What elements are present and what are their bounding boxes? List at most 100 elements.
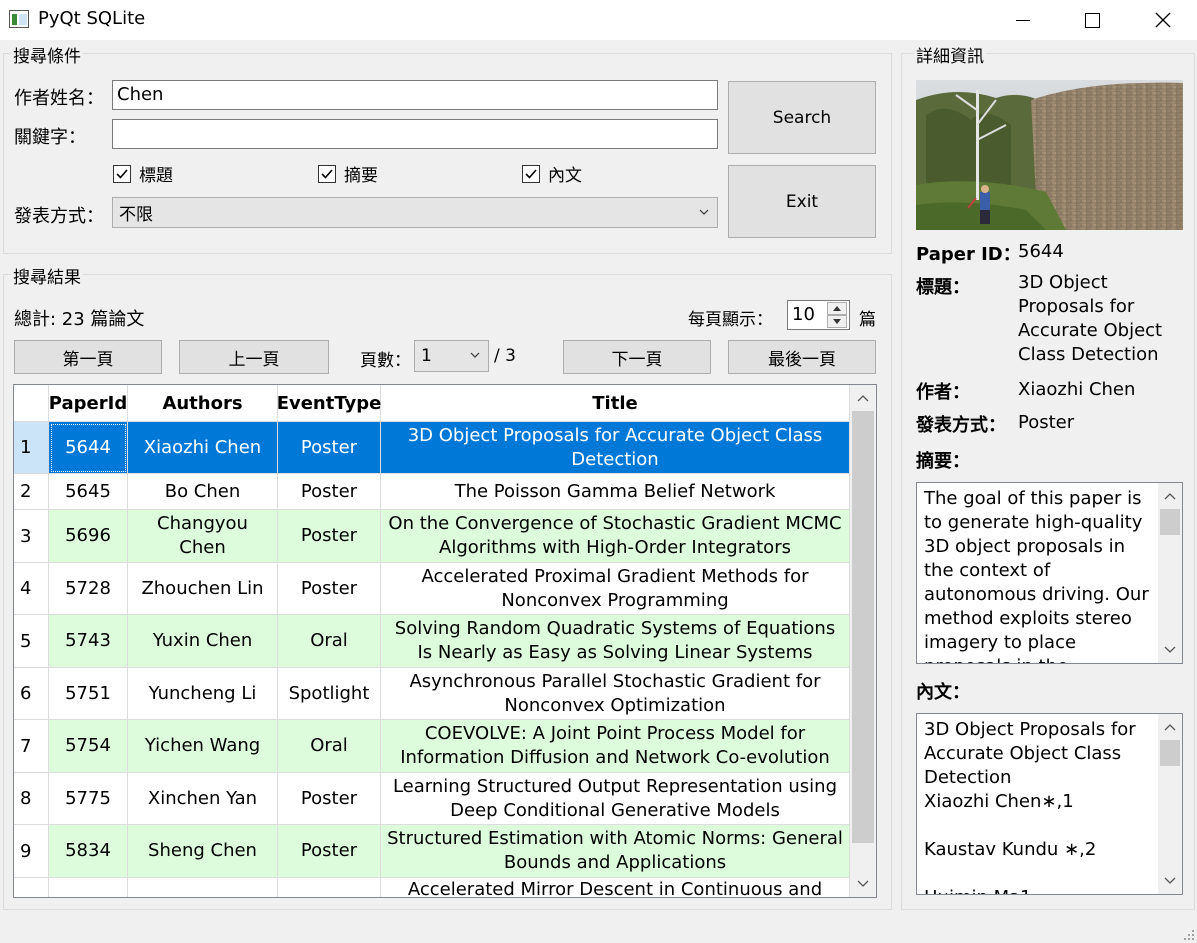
- cell-authors[interactable]: Zhouchen Lin: [128, 563, 278, 615]
- cell-title[interactable]: The Poisson Gamma Belief Network: [381, 474, 850, 510]
- page-select[interactable]: 1: [414, 340, 489, 372]
- per-page-spinbox[interactable]: 10: [787, 300, 850, 330]
- row-number[interactable]: 3: [14, 510, 49, 563]
- cell-title[interactable]: Solving Random Quadratic Systems of Equa…: [381, 615, 850, 668]
- spin-down-button[interactable]: [827, 315, 847, 328]
- cell-title[interactable]: Asynchronous Parallel Stochastic Gradien…: [381, 668, 850, 720]
- cell-authors[interactable]: Bo Chen: [128, 474, 278, 510]
- column-header-authors[interactable]: Authors: [128, 385, 278, 422]
- scroll-thumb[interactable]: [1160, 509, 1180, 535]
- cell-authors[interactable]: Sheng Chen: [128, 825, 278, 878]
- abstract-scrollbar[interactable]: [1158, 483, 1182, 663]
- first-page-button[interactable]: 第一頁: [14, 340, 162, 374]
- close-button[interactable]: [1140, 0, 1186, 40]
- cell-eventtype[interactable]: Poster: [278, 510, 381, 563]
- minimize-button[interactable]: [1000, 0, 1046, 40]
- row-number[interactable]: 7: [14, 720, 49, 773]
- prev-page-button[interactable]: 上一頁: [179, 340, 329, 374]
- table-row[interactable]: 1 5644 Xiaozhi Chen Poster 3D Object Pro…: [14, 422, 850, 474]
- cell-title[interactable]: Accelerated Mirror Descent in Continuous…: [381, 878, 850, 897]
- row-number[interactable]: 9: [14, 825, 49, 878]
- cell-paperid[interactable]: 5834: [49, 825, 128, 878]
- last-page-button[interactable]: 最後一頁: [728, 340, 876, 374]
- cell-eventtype[interactable]: Spotlight: [278, 668, 381, 720]
- method-select[interactable]: 不限: [112, 197, 718, 228]
- cell-paperid[interactable]: 5751: [49, 668, 128, 720]
- cell-title[interactable]: Learning Structured Output Representatio…: [381, 773, 850, 825]
- resize-grip-icon[interactable]: [1183, 929, 1195, 941]
- cell-authors[interactable]: Yuncheng Li: [128, 668, 278, 720]
- content-checkbox[interactable]: 內文: [522, 161, 582, 186]
- spin-up-button[interactable]: [827, 302, 847, 315]
- cell-title[interactable]: On the Convergence of Stochastic Gradien…: [381, 510, 850, 563]
- cell-authors[interactable]: [128, 878, 278, 897]
- column-header-eventtype[interactable]: EventType: [277, 385, 381, 422]
- scroll-up-button[interactable]: [850, 385, 876, 411]
- cell-paperid[interactable]: 5728: [49, 563, 128, 615]
- scroll-up-button[interactable]: [1158, 483, 1182, 509]
- table-row[interactable]: 6 5751 Yuncheng Li Spotlight Asynchronou…: [14, 668, 850, 720]
- scroll-down-button[interactable]: [1158, 868, 1182, 894]
- scroll-thumb[interactable]: [852, 411, 874, 843]
- cell-paperid[interactable]: 5754: [49, 720, 128, 773]
- exit-button[interactable]: Exit: [728, 165, 876, 238]
- column-header-paperid[interactable]: PaperId: [49, 385, 128, 422]
- row-number[interactable]: 5: [14, 615, 49, 668]
- scroll-thumb[interactable]: [1160, 740, 1180, 766]
- cell-paperid[interactable]: 5696: [49, 510, 128, 563]
- maximize-button[interactable]: [1069, 0, 1115, 40]
- cell-paperid[interactable]: [49, 878, 128, 897]
- table-row[interactable]: 7 5754 Yichen Wang Oral COEVOLVE: A Join…: [14, 720, 850, 773]
- content-scrollbar[interactable]: [1158, 714, 1182, 894]
- cell-authors[interactable]: Xiaozhi Chen: [128, 422, 278, 474]
- cell-authors[interactable]: Yichen Wang: [128, 720, 278, 773]
- cell-title[interactable]: COEVOLVE: A Joint Point Process Model fo…: [381, 720, 850, 773]
- row-number[interactable]: 2: [14, 474, 49, 510]
- scroll-down-button[interactable]: [850, 871, 876, 897]
- table-row[interactable]: Accelerated Mirror Descent in Continuous…: [14, 878, 850, 897]
- cell-authors[interactable]: Xinchen Yan: [128, 773, 278, 825]
- cell-eventtype[interactable]: Oral: [278, 615, 381, 668]
- table-row[interactable]: 2 5645 Bo Chen Poster The Poisson Gamma …: [14, 474, 850, 510]
- cell-title[interactable]: Structured Estimation with Atomic Norms:…: [381, 825, 850, 878]
- abstract-checkbox[interactable]: 摘要: [318, 161, 378, 186]
- table-row[interactable]: 4 5728 Zhouchen Lin Poster Accelerated P…: [14, 563, 850, 615]
- table-row[interactable]: 3 5696 Changyou Chen Poster On the Conve…: [14, 510, 850, 563]
- table-scrollbar[interactable]: [850, 385, 876, 897]
- search-button[interactable]: Search: [728, 81, 876, 154]
- cell-authors[interactable]: Changyou Chen: [128, 510, 278, 563]
- cell-paperid[interactable]: 5644: [49, 422, 128, 474]
- cell-eventtype[interactable]: [278, 878, 381, 897]
- cell-eventtype[interactable]: Poster: [278, 825, 381, 878]
- cell-paperid[interactable]: 5743: [49, 615, 128, 668]
- table-row[interactable]: 5 5743 Yuxin Chen Oral Solving Random Qu…: [14, 615, 850, 668]
- column-header-title[interactable]: Title: [381, 385, 850, 422]
- cell-title[interactable]: Accelerated Proximal Gradient Methods fo…: [381, 563, 850, 615]
- content-textbox[interactable]: 3D Object Proposals for Accurate Object …: [916, 713, 1183, 895]
- scroll-down-button[interactable]: [1158, 637, 1182, 663]
- author-input[interactable]: Chen: [112, 80, 718, 110]
- cell-eventtype[interactable]: Oral: [278, 720, 381, 773]
- title-checkbox[interactable]: 標題: [113, 161, 173, 186]
- table-row[interactable]: 9 5834 Sheng Chen Poster Structured Esti…: [14, 825, 850, 878]
- cell-eventtype[interactable]: Poster: [278, 422, 381, 474]
- cell-paperid[interactable]: 5645: [49, 474, 128, 510]
- corner-cell[interactable]: [14, 385, 49, 422]
- next-page-button[interactable]: 下一頁: [563, 340, 711, 374]
- abstract-textbox[interactable]: The goal of this paper is to generate hi…: [916, 482, 1183, 664]
- scroll-up-button[interactable]: [1158, 714, 1182, 740]
- row-number[interactable]: 6: [14, 668, 49, 720]
- row-number[interactable]: 1: [14, 422, 49, 474]
- row-number[interactable]: 8: [14, 773, 49, 825]
- cell-title[interactable]: 3D Object Proposals for Accurate Object …: [381, 422, 850, 474]
- cell-eventtype[interactable]: Poster: [278, 474, 381, 510]
- keyword-input[interactable]: [112, 119, 718, 149]
- table-row[interactable]: 8 5775 Xinchen Yan Poster Learning Struc…: [14, 773, 850, 825]
- cell-paperid[interactable]: 5775: [49, 773, 128, 825]
- row-number[interactable]: 4: [14, 563, 49, 615]
- row-number[interactable]: [14, 878, 49, 897]
- cell-eventtype[interactable]: Poster: [278, 563, 381, 615]
- content-checkbox-label: 內文: [548, 166, 582, 186]
- cell-authors[interactable]: Yuxin Chen: [128, 615, 278, 668]
- cell-eventtype[interactable]: Poster: [278, 773, 381, 825]
